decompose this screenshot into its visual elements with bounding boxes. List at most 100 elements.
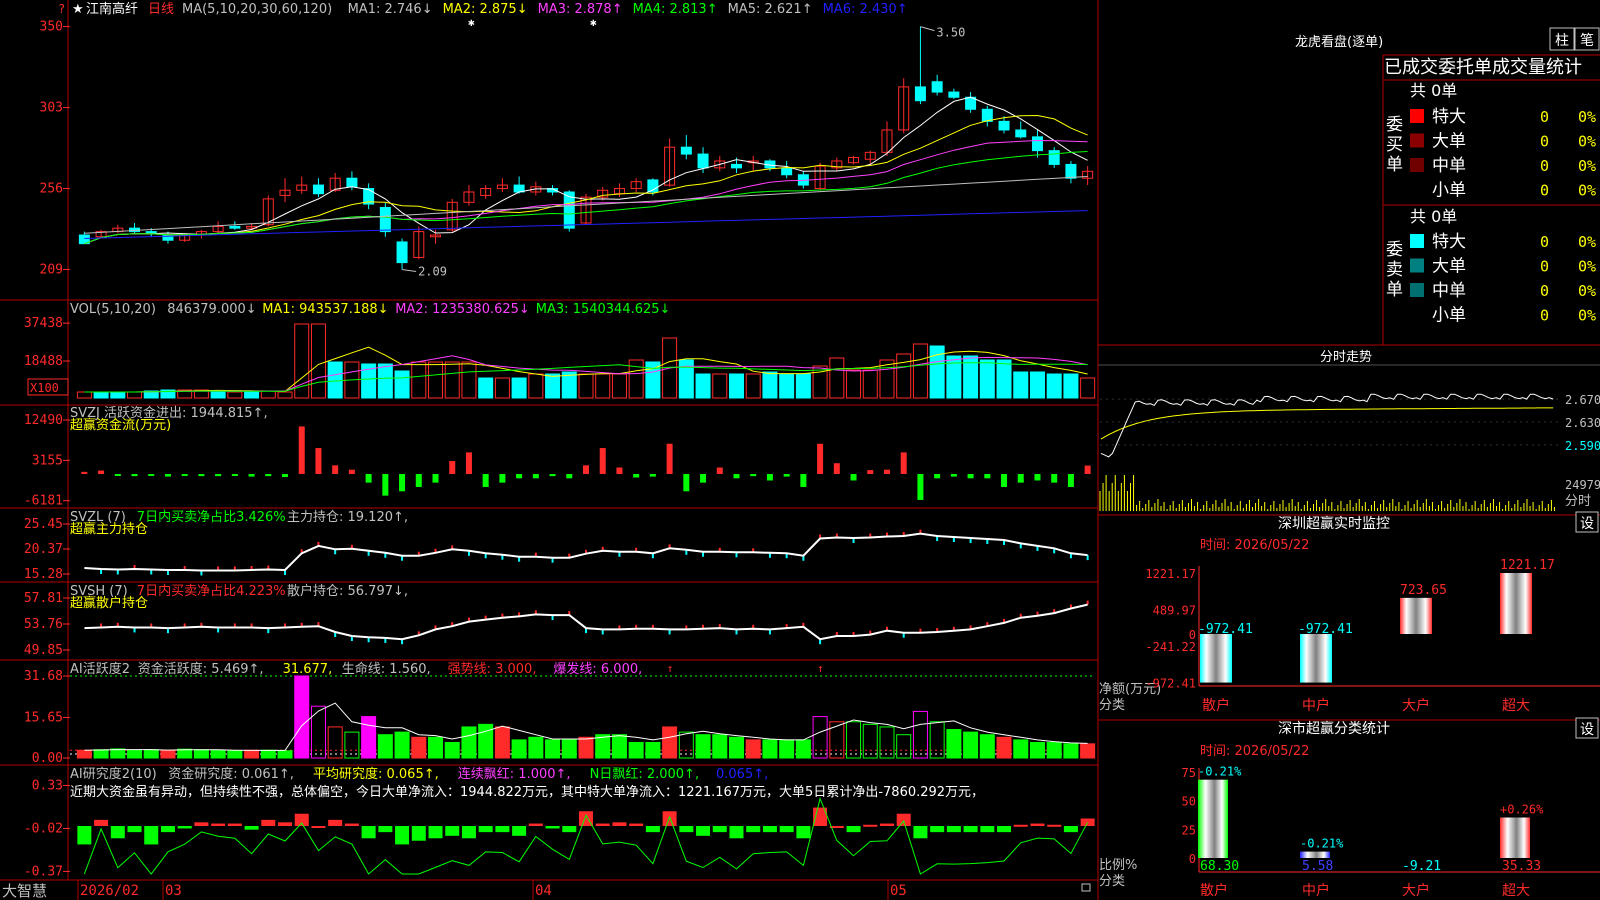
candle-body[interactable] xyxy=(680,146,692,155)
activity-bar[interactable] xyxy=(812,716,828,759)
fund-flow-bar[interactable] xyxy=(817,443,824,474)
fund-flow-bar[interactable] xyxy=(599,448,606,474)
activity-bar[interactable] xyxy=(444,741,460,759)
activity-bar[interactable] xyxy=(377,734,393,759)
volume-bar[interactable] xyxy=(260,390,276,399)
fund-flow-bar[interactable] xyxy=(1084,465,1091,474)
fund-flow-bar[interactable] xyxy=(934,474,941,479)
volume-bar[interactable] xyxy=(511,377,527,399)
price-panel[interactable]: ★ 江南高纤 日线 MA(5,10,20,30,60,120) MA1: 2.74… xyxy=(40,1,1094,278)
volume-bar[interactable] xyxy=(762,371,778,399)
activity-bar[interactable] xyxy=(829,721,845,759)
candle-body[interactable] xyxy=(781,167,793,176)
research-bar[interactable] xyxy=(294,813,309,826)
candle-body[interactable] xyxy=(1065,163,1077,179)
research-bar[interactable] xyxy=(796,826,811,839)
research-bar[interactable] xyxy=(361,826,376,839)
svsh-panel[interactable]: SVSH (7) 7日内买卖净占比4.223% 散户持仓: 56.797↓, 超赢散… xyxy=(24,583,1089,658)
volume-bar[interactable] xyxy=(244,390,260,399)
fund-flow-bar[interactable] xyxy=(750,474,757,477)
activity-bar[interactable] xyxy=(1029,741,1045,759)
fund-flow-bar[interactable] xyxy=(382,474,389,496)
fund-flow-bar[interactable] xyxy=(114,474,121,476)
activity-bar[interactable] xyxy=(327,726,343,759)
research-bar[interactable] xyxy=(177,826,192,829)
research-bar[interactable] xyxy=(445,826,460,836)
activity-bar[interactable] xyxy=(662,726,678,759)
activity-bar[interactable] xyxy=(1013,739,1029,759)
class-bar[interactable] xyxy=(1198,779,1228,858)
research-bar[interactable] xyxy=(1063,826,1078,833)
research-bar[interactable] xyxy=(110,826,125,839)
activity-bar[interactable] xyxy=(879,726,895,759)
intraday-panel[interactable]: 分时走势 2.670 2.630 2.590 24979 分时 xyxy=(1099,349,1600,511)
fund-flow-bar[interactable] xyxy=(633,474,640,478)
period-label[interactable]: 日线 xyxy=(148,2,174,17)
fund-flow-bar[interactable] xyxy=(850,474,857,481)
research-bar[interactable] xyxy=(980,826,995,833)
volume-bar[interactable] xyxy=(728,373,744,399)
class-bar[interactable] xyxy=(1500,817,1530,858)
fund-flow-bar[interactable] xyxy=(666,443,673,474)
research-bar[interactable] xyxy=(1047,824,1062,827)
fund-flow-bar[interactable] xyxy=(532,474,539,479)
fund-flow-bar[interactable] xyxy=(215,474,222,477)
research-bar[interactable] xyxy=(946,826,961,833)
research-bar[interactable] xyxy=(127,826,142,833)
svsh-plot[interactable] xyxy=(84,600,1089,645)
svzj-panel[interactable]: SVZJ 活跃资金进出: 1944.815↑, 超赢资金流(万元) 124903… xyxy=(24,405,1091,509)
activity-bar[interactable] xyxy=(846,721,862,759)
activity-bar[interactable] xyxy=(929,721,945,759)
volume-bar[interactable] xyxy=(795,373,811,399)
volume-bar[interactable] xyxy=(695,373,711,399)
volume-bar[interactable] xyxy=(310,323,326,399)
research-bar[interactable] xyxy=(278,822,293,826)
research-bar[interactable] xyxy=(1080,818,1095,826)
activity-bar[interactable] xyxy=(244,749,260,759)
fund-flow-bar[interactable] xyxy=(415,474,422,487)
fund-flow-bar[interactable] xyxy=(81,471,88,474)
fund-flow-bar[interactable] xyxy=(549,474,556,477)
volume-bar[interactable] xyxy=(327,361,343,399)
volume-bar[interactable] xyxy=(478,377,494,399)
intraday-plot[interactable] xyxy=(1099,393,1555,511)
activity-bar[interactable] xyxy=(143,749,159,759)
activity-bar[interactable] xyxy=(963,731,979,759)
fund-flow-bar[interactable] xyxy=(583,465,589,474)
fund-flow-bar[interactable] xyxy=(950,474,957,477)
volume-bar[interactable] xyxy=(428,361,444,399)
activity-bar[interactable] xyxy=(93,749,109,759)
research-bar[interactable] xyxy=(963,826,978,833)
activity-bar[interactable] xyxy=(110,748,126,759)
fund-flow-bar[interactable] xyxy=(1067,474,1074,487)
activity-bar[interactable] xyxy=(461,726,477,759)
candlestick-plot[interactable]: ✱ ✱? xyxy=(58,2,1094,272)
fund-flow-bar[interactable] xyxy=(131,474,138,477)
fund-flow-bar[interactable] xyxy=(399,474,406,492)
volume-bar[interactable] xyxy=(578,373,594,399)
research-bar[interactable] xyxy=(863,824,878,827)
fund-flow-bar[interactable] xyxy=(883,469,890,474)
activity-bar[interactable] xyxy=(996,736,1012,759)
activity-bar[interactable] xyxy=(728,736,744,759)
volume-bar[interactable] xyxy=(127,391,143,399)
volume-bar[interactable] xyxy=(829,357,845,399)
candle-body[interactable] xyxy=(1015,129,1027,138)
candle-body[interactable] xyxy=(730,163,742,169)
realtime-bar[interactable] xyxy=(1500,573,1532,634)
fund-flow-bar[interactable] xyxy=(332,465,339,474)
realtime-bar[interactable] xyxy=(1400,597,1432,634)
class-stats-bar-plot[interactable]: 75 50 25 0 -0.21% 68.30 散户 -0.21% 5.58 中户 -9.21 大户 +… xyxy=(1182,765,1600,899)
activity-bar[interactable] xyxy=(561,739,577,759)
candle-body[interactable] xyxy=(379,206,391,233)
fund-flow-bar[interactable] xyxy=(867,470,874,474)
activity-bar[interactable] xyxy=(1080,743,1096,759)
research-bar[interactable] xyxy=(160,826,175,833)
fund-flow-bar[interactable] xyxy=(783,474,790,477)
fund-flow-bar[interactable] xyxy=(265,474,272,477)
fund-flow-bar[interactable] xyxy=(315,448,322,474)
research-bar[interactable] xyxy=(244,826,259,830)
fund-flow-bar[interactable] xyxy=(98,470,105,474)
holding-line[interactable] xyxy=(84,603,1088,641)
fund-flow-bar[interactable] xyxy=(365,474,372,483)
